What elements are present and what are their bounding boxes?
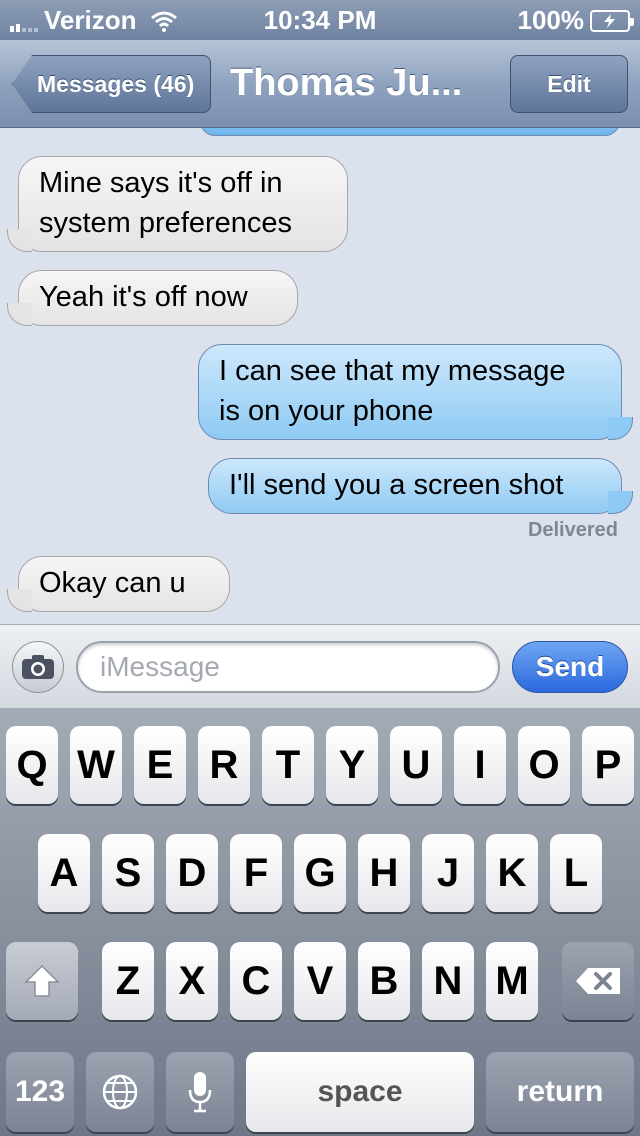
message-text-line: system preferences xyxy=(39,207,293,239)
message-bubble-incoming[interactable]: Yeah it's off now xyxy=(7,270,298,326)
back-to-messages-button[interactable]: Messages (46) xyxy=(12,55,212,113)
key-o[interactable]: O xyxy=(518,726,570,804)
key-n[interactable]: N xyxy=(422,942,474,1020)
backspace-icon xyxy=(576,968,620,994)
key-v[interactable]: V xyxy=(294,942,346,1020)
message-bubble-incoming[interactable]: Okay can u xyxy=(7,556,230,612)
conversation-title: Thomas Ju... xyxy=(230,62,463,104)
key-u[interactable]: U xyxy=(390,726,442,804)
key-b[interactable]: B xyxy=(358,942,410,1020)
key-k[interactable]: K xyxy=(486,834,538,912)
key-q[interactable]: Q xyxy=(6,726,58,804)
globe-icon xyxy=(102,1074,138,1110)
key-e[interactable]: E xyxy=(134,726,186,804)
shift-arrow-icon xyxy=(24,964,60,997)
key-a[interactable]: A xyxy=(38,834,90,912)
message-text-line: Mine says it's off in xyxy=(39,167,283,199)
message-text-line: I'll send you a screen shot xyxy=(229,469,564,501)
message-input-bar: Send xyxy=(0,624,640,708)
dictation-key[interactable] xyxy=(166,1052,234,1132)
key-l[interactable]: L xyxy=(550,834,602,912)
previous-message-bubble xyxy=(200,128,620,136)
key-c[interactable]: C xyxy=(230,942,282,1020)
return-key[interactable]: return xyxy=(486,1052,634,1132)
key-t[interactable]: T xyxy=(262,726,314,804)
key-i[interactable]: I xyxy=(454,726,506,804)
globe-key[interactable] xyxy=(86,1052,154,1132)
battery-charging-icon xyxy=(590,9,634,32)
key-g[interactable]: G xyxy=(294,834,346,912)
message-bubble-outgoing[interactable]: I'll send you a screen shot xyxy=(208,458,633,514)
delete-key[interactable] xyxy=(562,942,634,1020)
camera-button[interactable] xyxy=(12,641,64,693)
keyboard: Q W E R T Y U I O P A S D F G H J K L Z … xyxy=(0,708,640,1136)
message-bubble-incoming[interactable]: Mine says it's off in system preferences xyxy=(7,156,348,252)
key-r[interactable]: R xyxy=(198,726,250,804)
delivered-status: Delivered xyxy=(527,519,618,541)
message-bubble-outgoing[interactable]: I can see that my message is on your pho… xyxy=(198,344,633,440)
battery-group: 100% xyxy=(517,5,634,36)
send-button[interactable]: Send xyxy=(512,641,628,693)
key-s[interactable]: S xyxy=(102,834,154,912)
space-key[interactable]: space xyxy=(246,1052,474,1132)
message-text-line: I can see that my message xyxy=(219,355,566,387)
camera-icon xyxy=(22,655,54,679)
key-f[interactable]: F xyxy=(230,834,282,912)
key-p[interactable]: P xyxy=(582,726,634,804)
conversation-thread[interactable]: Mine says it's off in system preferences… xyxy=(0,128,640,624)
key-d[interactable]: D xyxy=(166,834,218,912)
imessage-input[interactable] xyxy=(76,641,500,693)
key-z[interactable]: Z xyxy=(102,942,154,1020)
microphone-icon xyxy=(188,1072,212,1113)
key-m[interactable]: M xyxy=(486,942,538,1020)
key-x[interactable]: X xyxy=(166,942,218,1020)
numbers-key[interactable]: 123 xyxy=(6,1052,74,1132)
key-y[interactable]: Y xyxy=(326,726,378,804)
status-bar: Verizon 10:34 PM 100% xyxy=(0,0,640,40)
key-w[interactable]: W xyxy=(70,726,122,804)
key-h[interactable]: H xyxy=(358,834,410,912)
battery-percent: 100% xyxy=(517,5,585,35)
message-text-line: Yeah it's off now xyxy=(39,281,248,313)
message-text-line: Okay can u xyxy=(39,567,186,599)
navigation-bar: Messages (46) Thomas Ju... Edit xyxy=(0,40,640,128)
key-j[interactable]: J xyxy=(422,834,474,912)
shift-key[interactable] xyxy=(6,942,78,1020)
message-text-line: is on your phone xyxy=(219,395,434,427)
edit-button[interactable]: Edit xyxy=(510,55,628,113)
